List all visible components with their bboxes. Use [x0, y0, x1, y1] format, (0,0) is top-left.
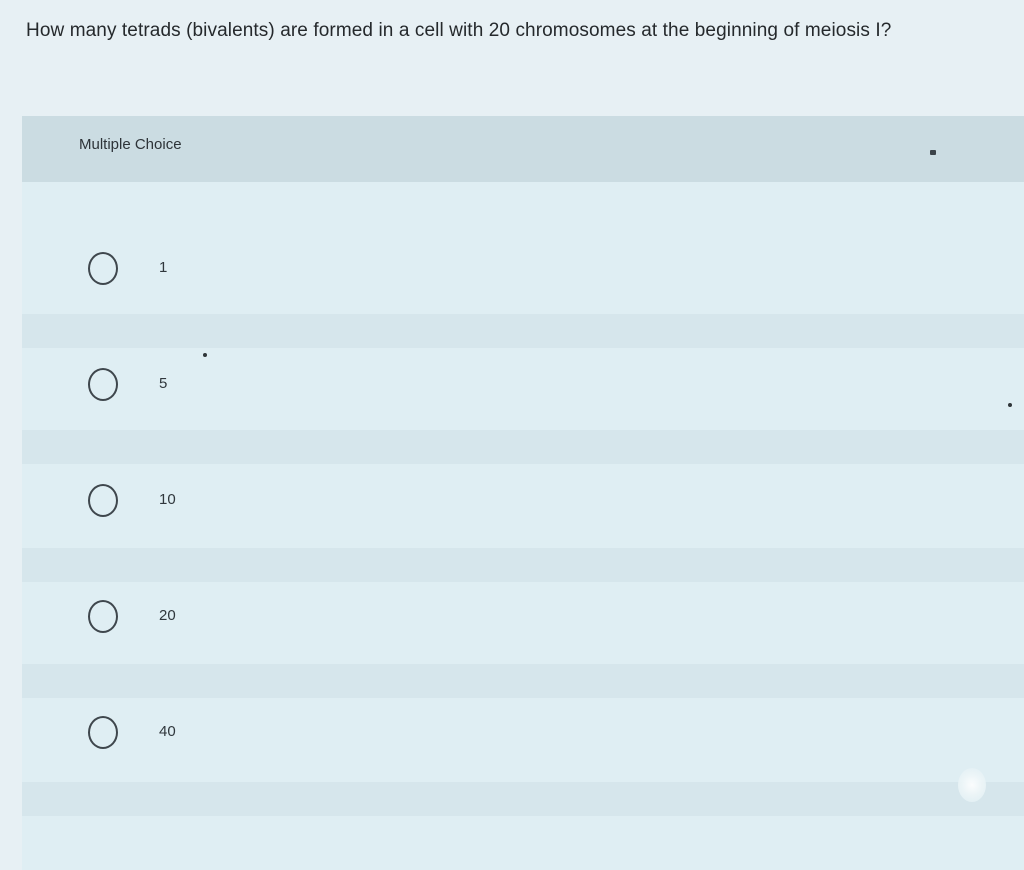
- screen-glare: [958, 768, 986, 802]
- row-divider: [22, 430, 1024, 464]
- choice-label: 5: [159, 375, 168, 392]
- row-divider: [22, 782, 1024, 816]
- multiple-choice-label: Multiple Choice: [79, 136, 182, 153]
- radio-unselected-icon[interactable]: [88, 716, 118, 749]
- dropdown-marker-icon: [930, 150, 936, 155]
- radio-unselected-icon[interactable]: [88, 252, 118, 285]
- multiple-choice-panel: Multiple Choice 1 5 10 20 40: [22, 116, 1024, 870]
- choice-label: 40: [159, 723, 176, 740]
- choice-option-2[interactable]: 5: [22, 356, 1024, 416]
- row-divider: [22, 314, 1024, 348]
- row-divider: [22, 664, 1024, 698]
- choice-option-5[interactable]: 40: [22, 704, 1024, 764]
- choice-label: 10: [159, 491, 176, 508]
- radio-unselected-icon[interactable]: [88, 368, 118, 401]
- panel-header: Multiple Choice: [22, 116, 1024, 182]
- radio-unselected-icon[interactable]: [88, 484, 118, 517]
- radio-unselected-icon[interactable]: [88, 600, 118, 633]
- screen-speck: [1008, 403, 1012, 407]
- choice-option-3[interactable]: 10: [22, 472, 1024, 532]
- choice-option-1[interactable]: 1: [22, 240, 1024, 300]
- screen-speck: [203, 353, 207, 357]
- question-text: How many tetrads (bivalents) are formed …: [26, 20, 892, 41]
- row-divider: [22, 548, 1024, 582]
- choice-label: 20: [159, 607, 176, 624]
- choice-label: 1: [159, 259, 168, 276]
- choice-option-4[interactable]: 20: [22, 588, 1024, 648]
